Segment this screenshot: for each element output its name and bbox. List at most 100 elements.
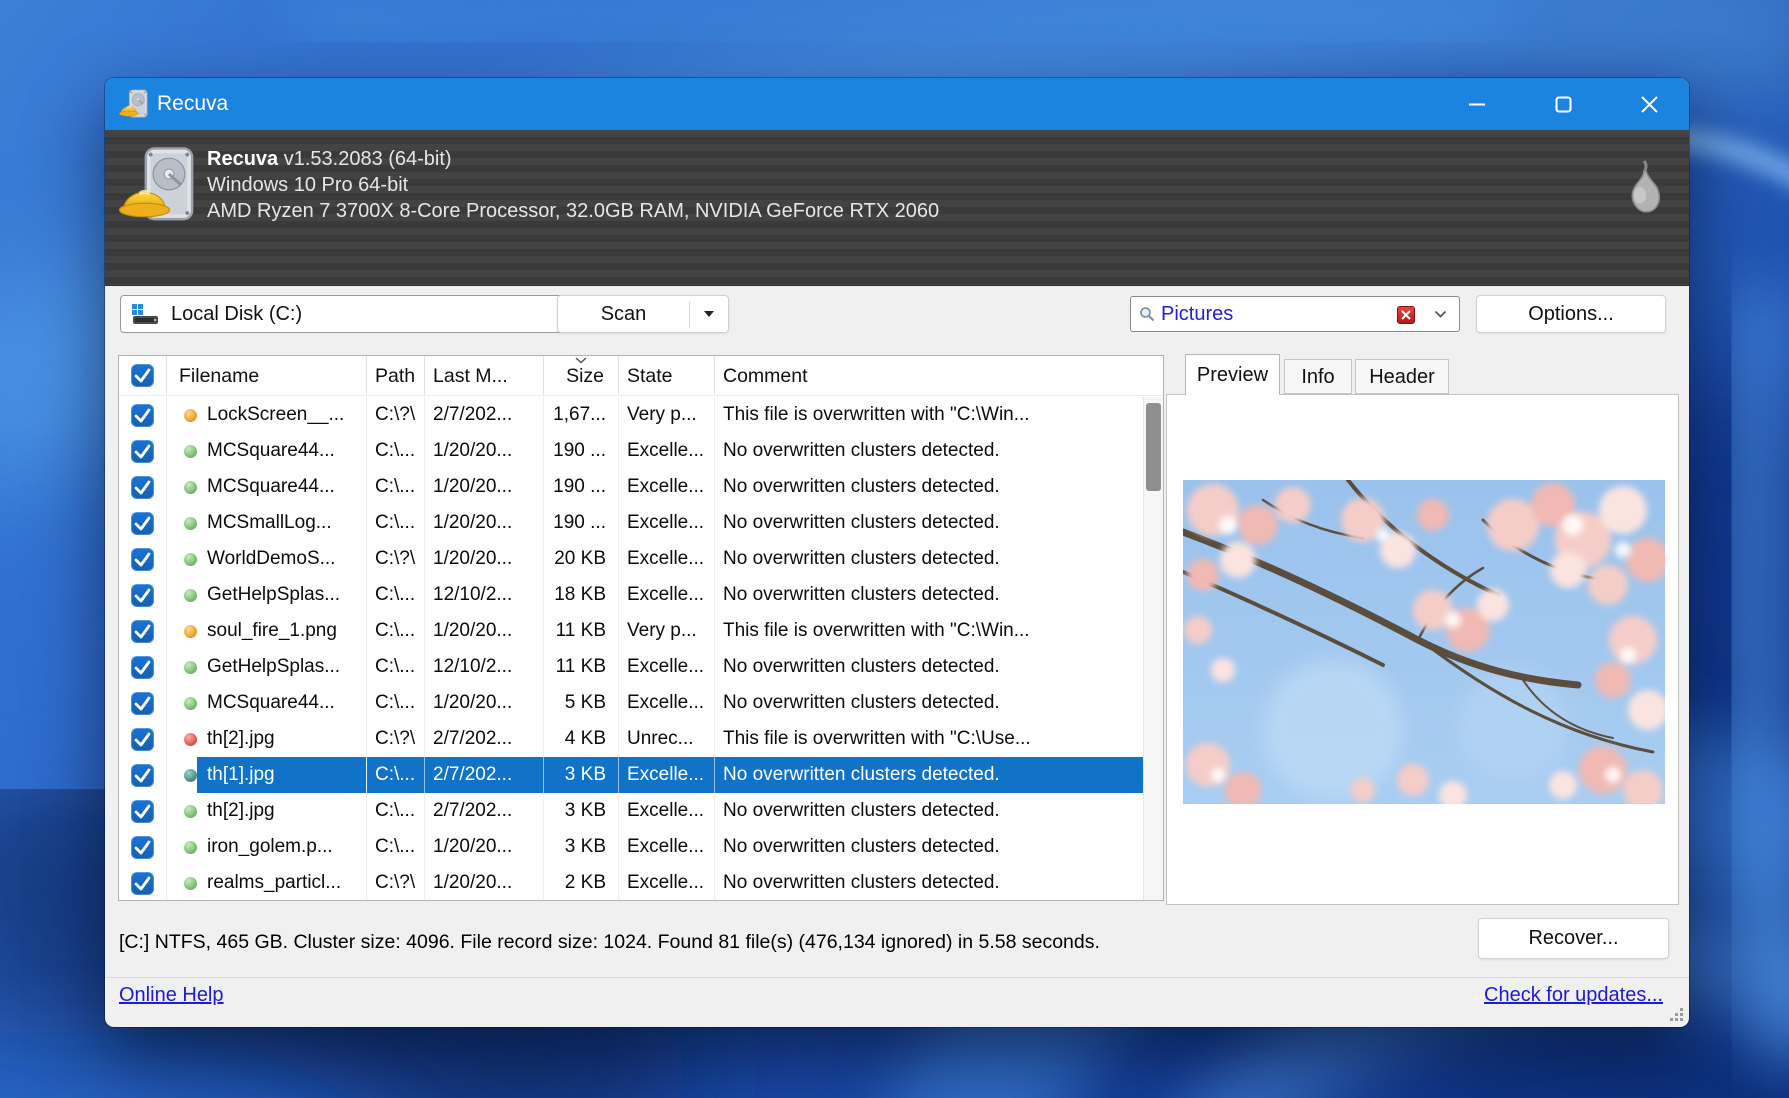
filename-cell[interactable]: LockScreen__...	[167, 397, 367, 433]
table-scrollbar[interactable]	[1143, 397, 1163, 900]
filename-cell[interactable]: MCSquare44...	[167, 469, 367, 505]
state-cell: Excelle...	[619, 865, 715, 900]
titlebar[interactable]: Recuva	[105, 78, 1689, 130]
filename-cell[interactable]: MCSmallLog...	[167, 505, 367, 541]
size-cell: 18 KB	[544, 577, 619, 613]
blue-checkbox[interactable]	[131, 404, 154, 427]
row-checkbox-cell[interactable]	[119, 469, 167, 505]
filename-cell[interactable]: soul_fire_1.png	[167, 613, 367, 649]
row-checkbox-cell[interactable]	[119, 793, 167, 829]
path-cell: C:\...	[367, 793, 425, 829]
table-row[interactable]: MCSquare44...C:\...1/20/20...5 KBExcelle…	[119, 685, 1143, 721]
blue-checkbox[interactable]	[131, 872, 154, 895]
column-header-path[interactable]: Path	[367, 356, 425, 395]
check-icon	[131, 512, 154, 535]
filename-cell[interactable]: th[1].jpg	[167, 757, 367, 793]
app-version: v1.53.2083 (64-bit)	[278, 148, 451, 170]
maximize-icon	[1555, 96, 1572, 113]
table-row[interactable]: WorldDemoS...C:\?\1/20/20...20 KBExcelle…	[119, 541, 1143, 577]
table-row[interactable]: th[1].jpgC:\...2/7/202...3 KBExcelle...N…	[119, 757, 1143, 793]
options-button[interactable]: Options...	[1476, 295, 1666, 333]
blue-checkbox[interactable]	[131, 656, 154, 679]
row-checkbox-cell[interactable]	[119, 829, 167, 865]
path-cell: C:\...	[367, 757, 425, 793]
column-header-comment[interactable]: Comment	[715, 356, 1163, 395]
row-checkbox-cell[interactable]	[119, 757, 167, 793]
select-all-checkbox[interactable]	[119, 356, 167, 395]
blue-checkbox[interactable]	[131, 692, 154, 715]
table-row[interactable]: th[2].jpgC:\?\2/7/202...4 KBUnrec...This…	[119, 721, 1143, 757]
table-row[interactable]: realms_particl...C:\?\1/20/20...2 KBExce…	[119, 865, 1143, 900]
row-checkbox-cell[interactable]	[119, 865, 167, 900]
table-row[interactable]: LockScreen__...C:\?\2/7/202...1,67...Ver…	[119, 397, 1143, 433]
blue-checkbox[interactable]	[131, 476, 154, 499]
blue-checkbox[interactable]	[131, 440, 154, 463]
row-checkbox-cell[interactable]	[119, 685, 167, 721]
row-checkbox-cell[interactable]	[119, 721, 167, 757]
blue-checkbox[interactable]	[131, 620, 154, 643]
blue-checkbox[interactable]	[131, 512, 154, 535]
tab-header[interactable]: Header	[1355, 359, 1449, 394]
filename-cell[interactable]: th[2].jpg	[167, 721, 367, 757]
blue-checkbox[interactable]	[131, 764, 154, 787]
filename-cell[interactable]: GetHelpSplas...	[167, 649, 367, 685]
blue-checkbox[interactable]	[131, 800, 154, 823]
maximize-button[interactable]	[1537, 78, 1589, 130]
table-row[interactable]: GetHelpSplas...C:\...12/10/2...11 KBExce…	[119, 649, 1143, 685]
table-row[interactable]: MCSmallLog...C:\...1/20/20...190 ...Exce…	[119, 505, 1143, 541]
blue-checkbox[interactable]	[131, 728, 154, 751]
column-header-state[interactable]: State	[619, 356, 715, 395]
column-header-filename[interactable]: Filename	[167, 356, 367, 395]
table-row[interactable]: MCSquare44...C:\...1/20/20...190 ...Exce…	[119, 469, 1143, 505]
filename-text: MCSquare44...	[197, 433, 366, 469]
search-box[interactable]: Pictures	[1130, 296, 1460, 332]
table-row[interactable]: th[2].jpgC:\...2/7/202...3 KBExcelle...N…	[119, 793, 1143, 829]
row-checkbox-cell[interactable]	[119, 649, 167, 685]
clear-search-button[interactable]	[1397, 306, 1415, 324]
close-button[interactable]	[1623, 78, 1675, 130]
column-header-modified[interactable]: Last M...	[425, 356, 544, 395]
filename-cell[interactable]: MCSquare44...	[167, 433, 367, 469]
size-cell: 11 KB	[544, 613, 619, 649]
filename-cell[interactable]: WorldDemoS...	[167, 541, 367, 577]
minimize-button[interactable]	[1451, 78, 1503, 130]
scan-button[interactable]: Scan	[557, 295, 729, 333]
blue-checkbox[interactable]	[131, 548, 154, 571]
row-checkbox-cell[interactable]	[119, 541, 167, 577]
table-row[interactable]: GetHelpSplas...C:\...12/10/2...18 KBExce…	[119, 577, 1143, 613]
column-header-size[interactable]: Size	[544, 356, 619, 395]
check-icon	[131, 656, 154, 679]
tab-info[interactable]: Info	[1284, 359, 1352, 394]
status-dot-red	[184, 733, 197, 746]
filename-cell[interactable]: iron_golem.p...	[167, 829, 367, 865]
table-row[interactable]: iron_golem.p...C:\...1/20/20...3 KBExcel…	[119, 829, 1143, 865]
row-checkbox-cell[interactable]	[119, 577, 167, 613]
online-help-link[interactable]: Online Help	[119, 984, 224, 1007]
size-cell: 5 KB	[544, 685, 619, 721]
file-table: Filename Path Last M... Size State Comme…	[118, 355, 1164, 901]
check-icon	[131, 800, 154, 823]
scrollbar-thumb[interactable]	[1146, 403, 1161, 491]
table-row[interactable]: MCSquare44...C:\...1/20/20...190 ...Exce…	[119, 433, 1143, 469]
tab-preview[interactable]: Preview	[1185, 354, 1280, 395]
row-checkbox-cell[interactable]	[119, 505, 167, 541]
resize-grip[interactable]	[1670, 1008, 1684, 1022]
check-icon	[131, 584, 154, 607]
scan-dropdown-arrow[interactable]	[690, 311, 728, 317]
blue-checkbox[interactable]	[131, 364, 154, 387]
row-checkbox-cell[interactable]	[119, 613, 167, 649]
check-updates-link[interactable]: Check for updates...	[1484, 984, 1663, 1007]
filename-cell[interactable]: th[2].jpg	[167, 793, 367, 829]
table-header[interactable]: Filename Path Last M... Size State Comme…	[119, 356, 1163, 396]
filename-cell[interactable]: GetHelpSplas...	[167, 577, 367, 613]
row-checkbox-cell[interactable]	[119, 397, 167, 433]
filename-cell[interactable]: MCSquare44...	[167, 685, 367, 721]
search-input-value[interactable]: Pictures	[1161, 303, 1233, 326]
recover-button[interactable]: Recover...	[1478, 918, 1669, 959]
row-checkbox-cell[interactable]	[119, 433, 167, 469]
filename-cell[interactable]: realms_particl...	[167, 865, 367, 900]
table-row[interactable]: soul_fire_1.pngC:\...1/20/20...11 KBVery…	[119, 613, 1143, 649]
blue-checkbox[interactable]	[131, 584, 154, 607]
filename-text: realms_particl...	[197, 865, 366, 900]
blue-checkbox[interactable]	[131, 836, 154, 859]
